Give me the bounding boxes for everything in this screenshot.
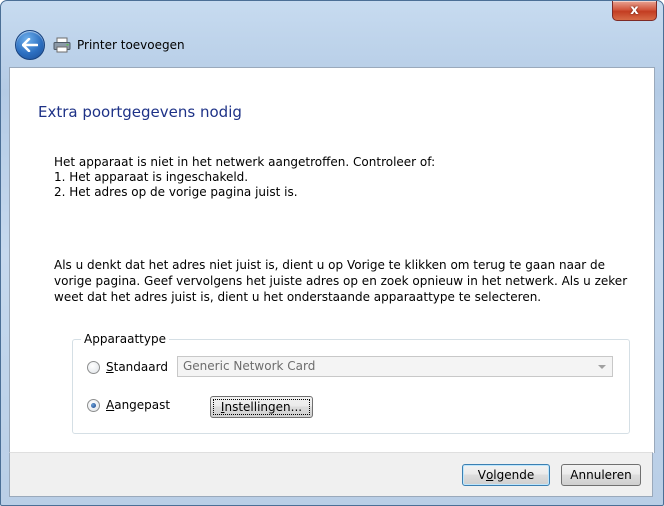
printer-icon xyxy=(53,37,71,53)
intro-line: Het apparaat is niet in het netwerk aang… xyxy=(54,155,436,169)
close-button[interactable]: x xyxy=(612,1,657,21)
settings-button[interactable]: Instellingen... xyxy=(210,396,313,418)
back-arrow-icon xyxy=(22,38,38,52)
back-button[interactable] xyxy=(15,30,45,60)
device-type-select[interactable]: Generic Network Card xyxy=(177,356,613,377)
radio-button-standard[interactable] xyxy=(87,360,100,374)
radio-standard[interactable]: Standaard xyxy=(87,360,168,374)
intro-line: 1. Het apparaat is ingeschakeld. xyxy=(54,170,249,184)
radio-custom[interactable]: Aangepast xyxy=(87,398,170,412)
page-heading: Extra poortgegevens nodig xyxy=(38,103,242,121)
chevron-down-icon xyxy=(598,365,606,369)
group-legend: Apparaattype xyxy=(81,332,169,346)
radio-custom-label: Aangepast xyxy=(106,398,171,412)
device-type-group: Apparaattype Standaard Generic Network C… xyxy=(72,332,630,434)
window-title: Printer toevoegen xyxy=(77,38,185,52)
intro-text: Het apparaat is niet in het netwerk aang… xyxy=(54,155,435,200)
device-type-select-value: Generic Network Card xyxy=(183,359,316,373)
content-panel: Extra poortgegevens nodig Het apparaat i… xyxy=(9,67,655,453)
next-button[interactable]: Vo lgende xyxy=(462,464,550,486)
title-bar: Printer toevoegen xyxy=(9,25,655,65)
intro-line: 2. Het adres op de vorige pagina juist i… xyxy=(54,185,298,199)
dialog-window: x Printer toevoegen Extra poortgegevens … xyxy=(0,0,664,506)
button-bar: Vo lgende Annuleren xyxy=(9,452,653,497)
close-icon: x xyxy=(630,3,639,18)
radio-button-custom[interactable] xyxy=(87,398,100,412)
radio-standard-label: Standaard xyxy=(106,360,168,374)
cancel-button[interactable]: Annuleren xyxy=(561,464,641,486)
instructions-text: Als u denkt dat het adres niet juist is,… xyxy=(54,258,628,304)
